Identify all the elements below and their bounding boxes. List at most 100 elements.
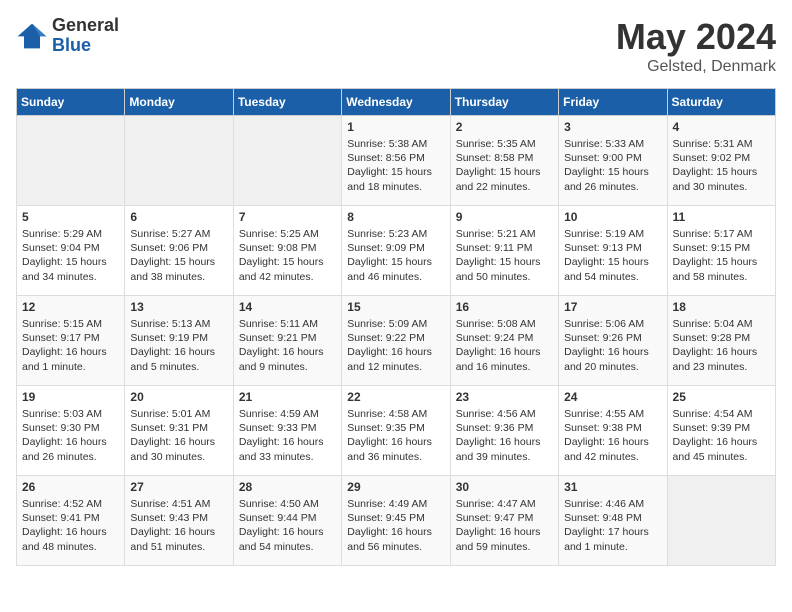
day-info: Sunrise: 5:33 AM Sunset: 9:00 PM Dayligh… (564, 137, 661, 194)
day-info: Sunrise: 4:56 AM Sunset: 9:36 PM Dayligh… (456, 407, 553, 464)
day-info: Sunrise: 5:25 AM Sunset: 9:08 PM Dayligh… (239, 227, 336, 284)
day-number: 25 (673, 390, 770, 404)
day-info: Sunrise: 5:21 AM Sunset: 9:11 PM Dayligh… (456, 227, 553, 284)
day-number: 21 (239, 390, 336, 404)
logo-blue: Blue (52, 36, 119, 56)
logo-icon (16, 22, 48, 50)
calendar-cell: 5 Sunrise: 5:29 AM Sunset: 9:04 PM Daylig… (17, 206, 125, 296)
calendar-cell: 24Sunrise: 4:55 AM Sunset: 9:38 PM Dayli… (559, 386, 667, 476)
day-info: Sunrise: 4:51 AM Sunset: 9:43 PM Dayligh… (130, 497, 227, 554)
day-number: 31 (564, 480, 661, 494)
day-info: Sunrise: 5:27 AM Sunset: 9:06 PM Dayligh… (130, 227, 227, 284)
day-info: Sunrise: 4:59 AM Sunset: 9:33 PM Dayligh… (239, 407, 336, 464)
day-info: Sunrise: 5:09 AM Sunset: 9:22 PM Dayligh… (347, 317, 444, 374)
day-info: Sunrise: 4:52 AM Sunset: 9:41 PM Dayligh… (22, 497, 119, 554)
calendar-cell: 21 Sunrise: 4:59 AM Sunset: 9:33 PM Dayli… (233, 386, 341, 476)
day-number: 17 (564, 300, 661, 314)
calendar-cell: 29Sunrise: 4:49 AM Sunset: 9:45 PM Dayli… (342, 476, 450, 566)
day-number: 16 (456, 300, 553, 314)
calendar-cell: 2 Sunrise: 5:35 AM Sunset: 8:58 PM Daylig… (450, 116, 558, 206)
day-info: Sunrise: 5:03 AM Sunset: 9:30 PM Dayligh… (22, 407, 119, 464)
calendar-cell: 31 Sunrise: 4:46 AM Sunset: 9:48 PM Dayli… (559, 476, 667, 566)
calendar-table: SundayMondayTuesdayWednesdayThursdayFrid… (16, 88, 776, 566)
day-info: Sunrise: 5:08 AM Sunset: 9:24 PM Dayligh… (456, 317, 553, 374)
title-area: May 2024 Gelsted, Denmark (616, 16, 776, 76)
day-info: Sunrise: 5:29 AM Sunset: 9:04 PM Dayligh… (22, 227, 119, 284)
day-number: 11 (673, 210, 770, 224)
day-info: Sunrise: 5:04 AM Sunset: 9:28 PM Dayligh… (673, 317, 770, 374)
day-number: 9 (456, 210, 553, 224)
day-number: 10 (564, 210, 661, 224)
day-info: Sunrise: 4:50 AM Sunset: 9:44 PM Dayligh… (239, 497, 336, 554)
calendar-cell: 20Sunrise: 5:01 AM Sunset: 9:31 PM Dayli… (125, 386, 233, 476)
day-number: 29 (347, 480, 444, 494)
day-number: 28 (239, 480, 336, 494)
calendar-cell (17, 116, 125, 206)
day-info: Sunrise: 5:38 AM Sunset: 8:56 PM Dayligh… (347, 137, 444, 194)
calendar-cell: 11 Sunrise: 5:17 AM Sunset: 9:15 PM Dayli… (667, 206, 775, 296)
calendar-cell: 6 Sunrise: 5:27 AM Sunset: 9:06 PM Daylig… (125, 206, 233, 296)
calendar-week-row: 12 Sunrise: 5:15 AM Sunset: 9:17 PM Dayli… (17, 296, 776, 386)
day-number: 26 (22, 480, 119, 494)
day-number: 30 (456, 480, 553, 494)
day-number: 27 (130, 480, 227, 494)
day-info: Sunrise: 5:13 AM Sunset: 9:19 PM Dayligh… (130, 317, 227, 374)
day-info: Sunrise: 5:31 AM Sunset: 9:02 PM Dayligh… (673, 137, 770, 194)
day-info: Sunrise: 4:47 AM Sunset: 9:47 PM Dayligh… (456, 497, 553, 554)
header-sunday: Sunday (17, 89, 125, 116)
calendar-cell: 25Sunrise: 4:54 AM Sunset: 9:39 PM Dayli… (667, 386, 775, 476)
day-number: 6 (130, 210, 227, 224)
day-info: Sunrise: 5:23 AM Sunset: 9:09 PM Dayligh… (347, 227, 444, 284)
day-number: 2 (456, 120, 553, 134)
calendar-week-row: 26 Sunrise: 4:52 AM Sunset: 9:41 PM Dayli… (17, 476, 776, 566)
calendar-cell (125, 116, 233, 206)
day-number: 5 (22, 210, 119, 224)
day-number: 19 (22, 390, 119, 404)
calendar-week-row: 1 Sunrise: 5:38 AM Sunset: 8:56 PM Daylig… (17, 116, 776, 206)
calendar-cell: 26 Sunrise: 4:52 AM Sunset: 9:41 PM Dayli… (17, 476, 125, 566)
day-info: Sunrise: 4:46 AM Sunset: 9:48 PM Dayligh… (564, 497, 661, 554)
logo-general: General (52, 16, 119, 36)
calendar-cell: 23 Sunrise: 4:56 AM Sunset: 9:36 PM Dayli… (450, 386, 558, 476)
header-saturday: Saturday (667, 89, 775, 116)
day-info: Sunrise: 4:55 AM Sunset: 9:38 PM Dayligh… (564, 407, 661, 464)
day-number: 12 (22, 300, 119, 314)
day-info: Sunrise: 5:35 AM Sunset: 8:58 PM Dayligh… (456, 137, 553, 194)
calendar-cell: 16 Sunrise: 5:08 AM Sunset: 9:24 PM Dayli… (450, 296, 558, 386)
main-title: May 2024 (616, 16, 776, 58)
calendar-header-row: SundayMondayTuesdayWednesdayThursdayFrid… (17, 89, 776, 116)
calendar-week-row: 5 Sunrise: 5:29 AM Sunset: 9:04 PM Daylig… (17, 206, 776, 296)
day-info: Sunrise: 5:15 AM Sunset: 9:17 PM Dayligh… (22, 317, 119, 374)
calendar-cell: 28 Sunrise: 4:50 AM Sunset: 9:44 PM Dayli… (233, 476, 341, 566)
calendar-cell: 3 Sunrise: 5:33 AM Sunset: 9:00 PM Daylig… (559, 116, 667, 206)
page-header: General Blue May 2024 Gelsted, Denmark (16, 16, 776, 76)
day-info: Sunrise: 5:06 AM Sunset: 9:26 PM Dayligh… (564, 317, 661, 374)
calendar-cell: 1 Sunrise: 5:38 AM Sunset: 8:56 PM Daylig… (342, 116, 450, 206)
day-number: 14 (239, 300, 336, 314)
day-number: 22 (347, 390, 444, 404)
day-info: Sunrise: 5:17 AM Sunset: 9:15 PM Dayligh… (673, 227, 770, 284)
logo: General Blue (16, 16, 119, 56)
subtitle: Gelsted, Denmark (616, 58, 776, 76)
day-number: 18 (673, 300, 770, 314)
calendar-cell: 18 Sunrise: 5:04 AM Sunset: 9:28 PM Dayli… (667, 296, 775, 386)
day-number: 8 (347, 210, 444, 224)
calendar-cell: 7 Sunrise: 5:25 AM Sunset: 9:08 PM Daylig… (233, 206, 341, 296)
day-number: 4 (673, 120, 770, 134)
calendar-cell: 14Sunrise: 5:11 AM Sunset: 9:21 PM Dayli… (233, 296, 341, 386)
calendar-cell: 8 Sunrise: 5:23 AM Sunset: 9:09 PM Daylig… (342, 206, 450, 296)
day-number: 23 (456, 390, 553, 404)
header-tuesday: Tuesday (233, 89, 341, 116)
calendar-cell: 17 Sunrise: 5:06 AM Sunset: 9:26 PM Dayli… (559, 296, 667, 386)
day-number: 1 (347, 120, 444, 134)
day-number: 3 (564, 120, 661, 134)
header-thursday: Thursday (450, 89, 558, 116)
day-number: 20 (130, 390, 227, 404)
calendar-cell: 15Sunrise: 5:09 AM Sunset: 9:22 PM Dayli… (342, 296, 450, 386)
calendar-cell (667, 476, 775, 566)
calendar-cell: 22Sunrise: 4:58 AM Sunset: 9:35 PM Dayli… (342, 386, 450, 476)
calendar-cell: 12 Sunrise: 5:15 AM Sunset: 9:17 PM Dayli… (17, 296, 125, 386)
calendar-cell: 19 Sunrise: 5:03 AM Sunset: 9:30 PM Dayli… (17, 386, 125, 476)
day-number: 7 (239, 210, 336, 224)
calendar-cell: 30 Sunrise: 4:47 AM Sunset: 9:47 PM Dayli… (450, 476, 558, 566)
